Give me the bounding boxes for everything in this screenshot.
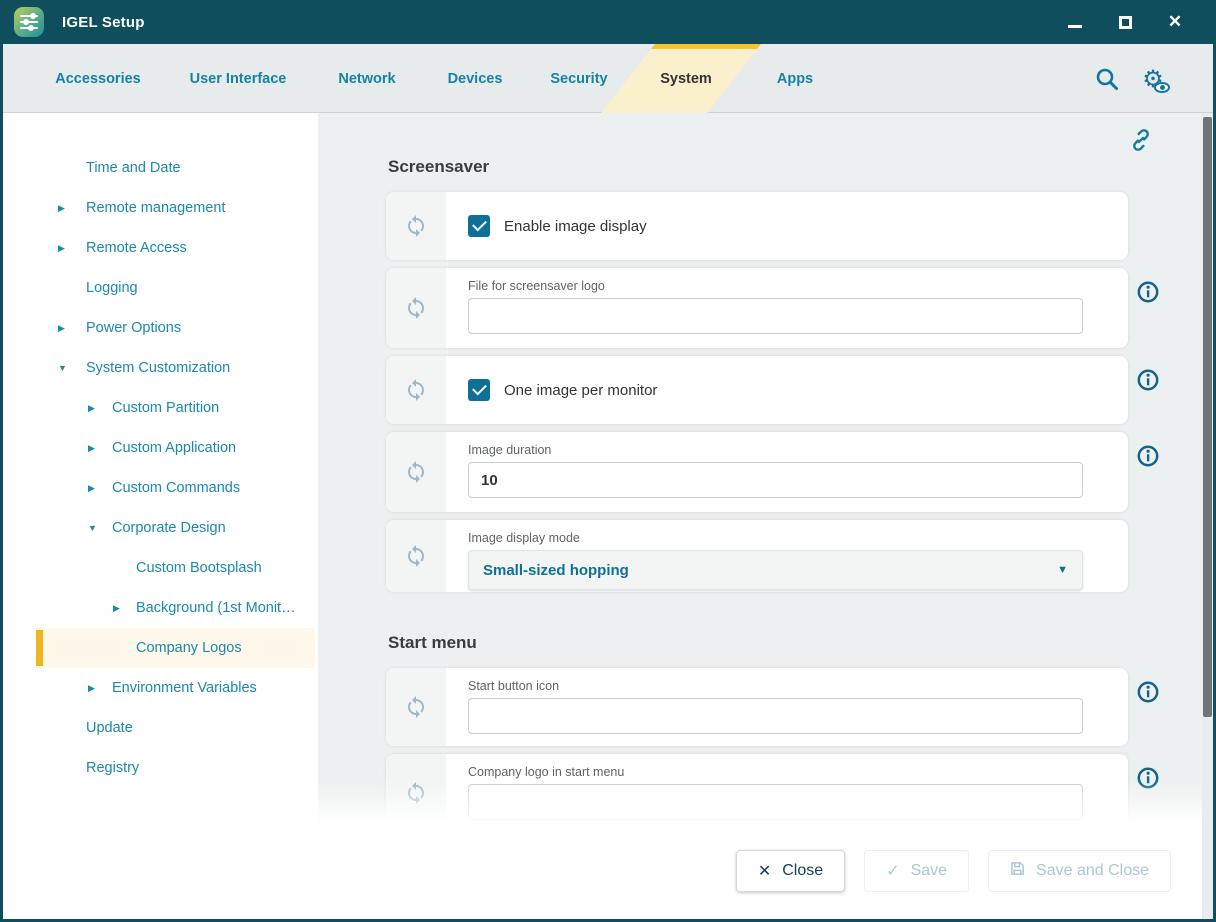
sidebar-item-registry[interactable]: Registry	[36, 748, 315, 788]
sidebar-item-environment-variables[interactable]: Environment Variables	[36, 668, 315, 708]
scrollbar-track[interactable]	[1202, 113, 1213, 919]
chevron-right-icon[interactable]	[88, 683, 95, 694]
save-and-close-button[interactable]: Save and Close	[988, 850, 1171, 892]
company-logo-start-menu-input[interactable]	[468, 784, 1083, 820]
tab-user-interface[interactable]: User Interface	[190, 44, 287, 113]
link-icon[interactable]	[1128, 127, 1154, 153]
sidebar-item-time-and-date[interactable]: Time and Date	[36, 148, 315, 188]
minimize-button[interactable]	[1066, 13, 1084, 31]
sidebar-item-power-options[interactable]: Power Options	[36, 308, 315, 348]
screensaver-logo-file-input[interactable]	[468, 298, 1083, 334]
field-label: Start button icon	[468, 679, 1083, 693]
eye-icon	[1154, 82, 1170, 93]
field-label: Image duration	[468, 443, 1083, 457]
dropdown-arrow-icon: ▼	[1057, 564, 1068, 576]
sidebar-item-corporate-design[interactable]: Corporate Design	[36, 508, 315, 548]
title-bar: IGEL Setup ✕	[0, 0, 1216, 44]
scrollbar-thumb[interactable]	[1203, 117, 1212, 717]
window-title: IGEL Setup	[62, 14, 145, 31]
image-display-mode-select[interactable]: Small-sized hopping ▼	[468, 550, 1083, 590]
row-company-logo-in-start-menu: Company logo in start menu	[386, 754, 1128, 822]
section-title-screensaver: Screensaver	[388, 157, 1128, 177]
chevron-right-icon[interactable]	[88, 483, 95, 494]
footer-bar: ✕ Close ✓ Save Save and Close	[3, 822, 1213, 919]
reset-icon[interactable]	[386, 668, 446, 746]
row-enable-image-display: Enable image display	[386, 192, 1128, 260]
tab-security[interactable]: Security	[550, 44, 607, 113]
sidebar-item-company-logos[interactable]: Company Logos	[36, 628, 315, 668]
row-start-button-icon: Start button icon	[386, 668, 1128, 746]
sidebar-item-custom-bootsplash[interactable]: Custom Bootsplash	[36, 548, 315, 588]
checkbox-label: One image per monitor	[504, 382, 657, 399]
chevron-down-icon[interactable]	[88, 523, 97, 533]
chevron-right-icon[interactable]	[113, 603, 120, 614]
row-image-duration: Image duration	[386, 432, 1128, 512]
sidebar-nav: Time and Date Remote management Remote A…	[3, 113, 315, 919]
reset-icon[interactable]	[386, 192, 446, 260]
field-label: Company logo in start menu	[468, 765, 1083, 779]
igel-app-icon	[14, 7, 44, 37]
maximize-button[interactable]	[1116, 13, 1134, 31]
close-x-icon: ✕	[758, 861, 771, 881]
chevron-right-icon[interactable]	[58, 243, 65, 254]
reset-icon[interactable]	[386, 520, 446, 592]
sidebar-item-update[interactable]: Update	[36, 708, 315, 748]
sidebar-item-custom-partition[interactable]: Custom Partition	[36, 388, 315, 428]
sidebar-item-custom-commands[interactable]: Custom Commands	[36, 468, 315, 508]
section-title-start-menu: Start menu	[388, 633, 1128, 653]
check-icon: ✓	[886, 861, 899, 881]
chevron-right-icon[interactable]	[58, 203, 65, 214]
selected-option: Small-sized hopping	[483, 562, 629, 579]
settings-panel: Screensaver Enable image display File fo…	[318, 113, 1206, 822]
info-icon[interactable]	[1136, 444, 1160, 468]
enable-image-display-checkbox[interactable]	[468, 215, 490, 237]
row-file-for-screensaver-logo: File for screensaver logo	[386, 268, 1128, 348]
sidebar-item-remote-access[interactable]: Remote Access	[36, 228, 315, 268]
floppy-icon	[1010, 861, 1025, 881]
reset-icon[interactable]	[386, 432, 446, 512]
info-icon[interactable]	[1136, 368, 1160, 392]
one-image-per-monitor-checkbox[interactable]	[468, 379, 490, 401]
row-image-display-mode: Image display mode Small-sized hopping ▼	[386, 520, 1128, 592]
info-icon[interactable]	[1136, 766, 1160, 790]
close-window-button[interactable]: ✕	[1166, 13, 1184, 31]
chevron-right-icon[interactable]	[88, 403, 95, 414]
save-button[interactable]: ✓ Save	[864, 850, 969, 892]
sidebar-item-logging[interactable]: Logging	[36, 268, 315, 308]
chevron-right-icon[interactable]	[88, 443, 95, 454]
row-one-image-per-monitor: One image per monitor	[386, 356, 1128, 424]
tab-bar: Accessories User Interface Network Devic…	[3, 44, 1213, 113]
tab-system[interactable]: System	[660, 44, 712, 113]
info-icon[interactable]	[1136, 680, 1160, 704]
reset-icon[interactable]	[386, 268, 446, 348]
chevron-down-icon[interactable]	[58, 363, 67, 373]
chevron-right-icon[interactable]	[58, 323, 65, 334]
reset-icon[interactable]	[386, 356, 446, 424]
reset-icon[interactable]	[386, 754, 446, 822]
igel-setup-window: IGEL Setup ✕ Accessories User Interface …	[0, 0, 1216, 922]
field-label: File for screensaver logo	[468, 279, 1083, 293]
close-button[interactable]: ✕ Close	[736, 850, 845, 892]
tab-network[interactable]: Network	[338, 44, 395, 113]
tab-accessories[interactable]: Accessories	[55, 44, 140, 113]
field-label: Image display mode	[468, 531, 1083, 545]
gear-eye-icon[interactable]: ⚙	[1139, 65, 1167, 93]
search-icon[interactable]	[1093, 65, 1121, 93]
sidebar-item-system-customization[interactable]: System Customization	[36, 348, 315, 388]
start-button-icon-input[interactable]	[468, 698, 1083, 734]
sidebar-item-remote-management[interactable]: Remote management	[36, 188, 315, 228]
info-icon[interactable]	[1136, 280, 1160, 304]
image-duration-input[interactable]	[468, 462, 1083, 498]
sidebar-item-background-1st-monitor[interactable]: Background (1st Monit…	[36, 588, 315, 628]
sidebar-item-custom-application[interactable]: Custom Application	[36, 428, 315, 468]
tab-devices[interactable]: Devices	[448, 44, 503, 113]
tab-apps[interactable]: Apps	[777, 44, 813, 113]
checkbox-label: Enable image display	[504, 218, 647, 235]
